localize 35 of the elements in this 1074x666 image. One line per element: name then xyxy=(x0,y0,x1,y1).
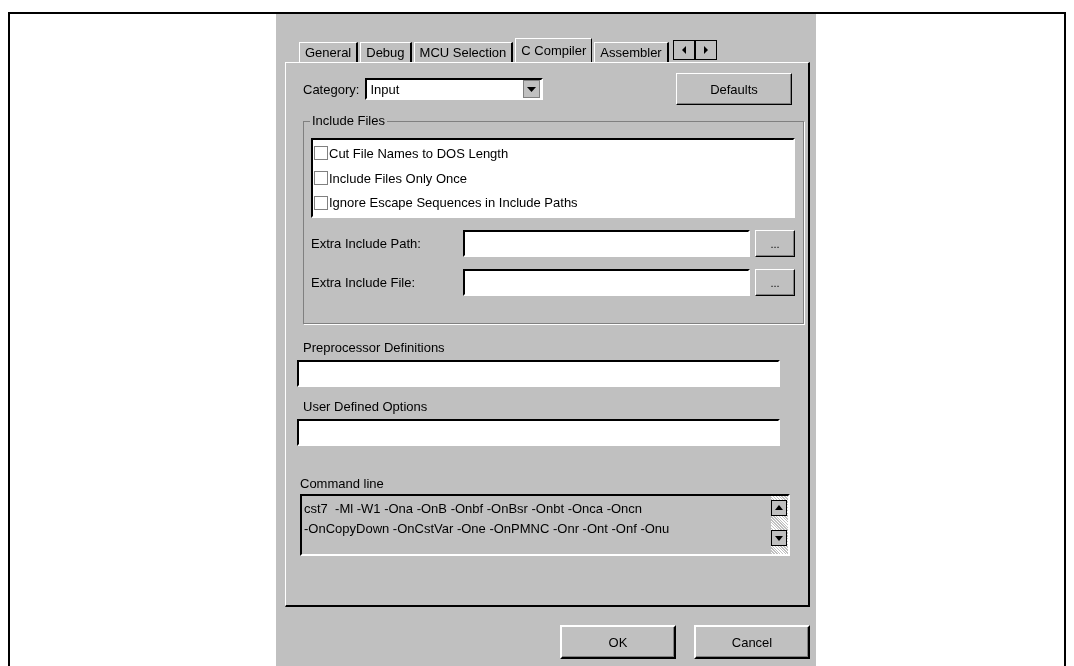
scroll-up-icon[interactable] xyxy=(771,500,787,516)
scroll-down-icon[interactable] xyxy=(771,530,787,546)
field-label: Preprocessor Definitions xyxy=(303,340,446,357)
browse-button[interactable]: ... xyxy=(755,230,795,257)
scrollbar[interactable] xyxy=(771,496,788,554)
category-dropdown[interactable]: Input xyxy=(365,78,544,100)
tab[interactable]: Assembler xyxy=(594,42,669,62)
field-label: Command line xyxy=(300,476,385,493)
command-text: -OnCopyDown -OnCstVar -One -OnPMNC -Onr -Ont -Onf -Onu xyxy=(304,520,671,538)
input-field[interactable] xyxy=(463,269,751,296)
group-title: Include Files xyxy=(310,113,387,128)
input-field[interactable] xyxy=(463,230,751,257)
field-label: Extra Include File: xyxy=(311,275,417,290)
checkbox[interactable] xyxy=(314,146,328,161)
dialog-button[interactable]: Cancel xyxy=(694,625,810,659)
input-field[interactable] xyxy=(297,360,780,387)
option-label: Include Files Only Once xyxy=(329,170,467,186)
defaults-button[interactable]: Defaults xyxy=(676,73,792,105)
scroll-left-icon[interactable] xyxy=(672,40,695,60)
dialog-button[interactable]: OK xyxy=(560,625,676,659)
tab[interactable]: Debug xyxy=(360,42,412,62)
field-label: Extra Include Path: xyxy=(311,236,422,251)
input-field[interactable] xyxy=(297,419,780,446)
option-label: Ignore Escape Sequences in Include Paths xyxy=(329,195,578,211)
tab[interactable]: MCU Selection xyxy=(413,42,514,62)
scroll-right-icon[interactable] xyxy=(694,40,717,60)
checkbox[interactable] xyxy=(314,195,328,210)
field-label: User Defined Options xyxy=(303,399,429,416)
tab[interactable]: C Compiler xyxy=(515,38,593,62)
category-label: Category: xyxy=(303,81,360,97)
browse-button[interactable]: ... xyxy=(755,269,795,296)
option-label: Cut File Names to DOS Length xyxy=(329,145,509,161)
checkbox[interactable] xyxy=(314,171,328,185)
tab[interactable]: General xyxy=(299,42,359,62)
command-text: cst7 -Ml -W1 -Ona -OnB -Onbf -OnBsr -Onbt -Onca -Oncn xyxy=(304,500,644,518)
